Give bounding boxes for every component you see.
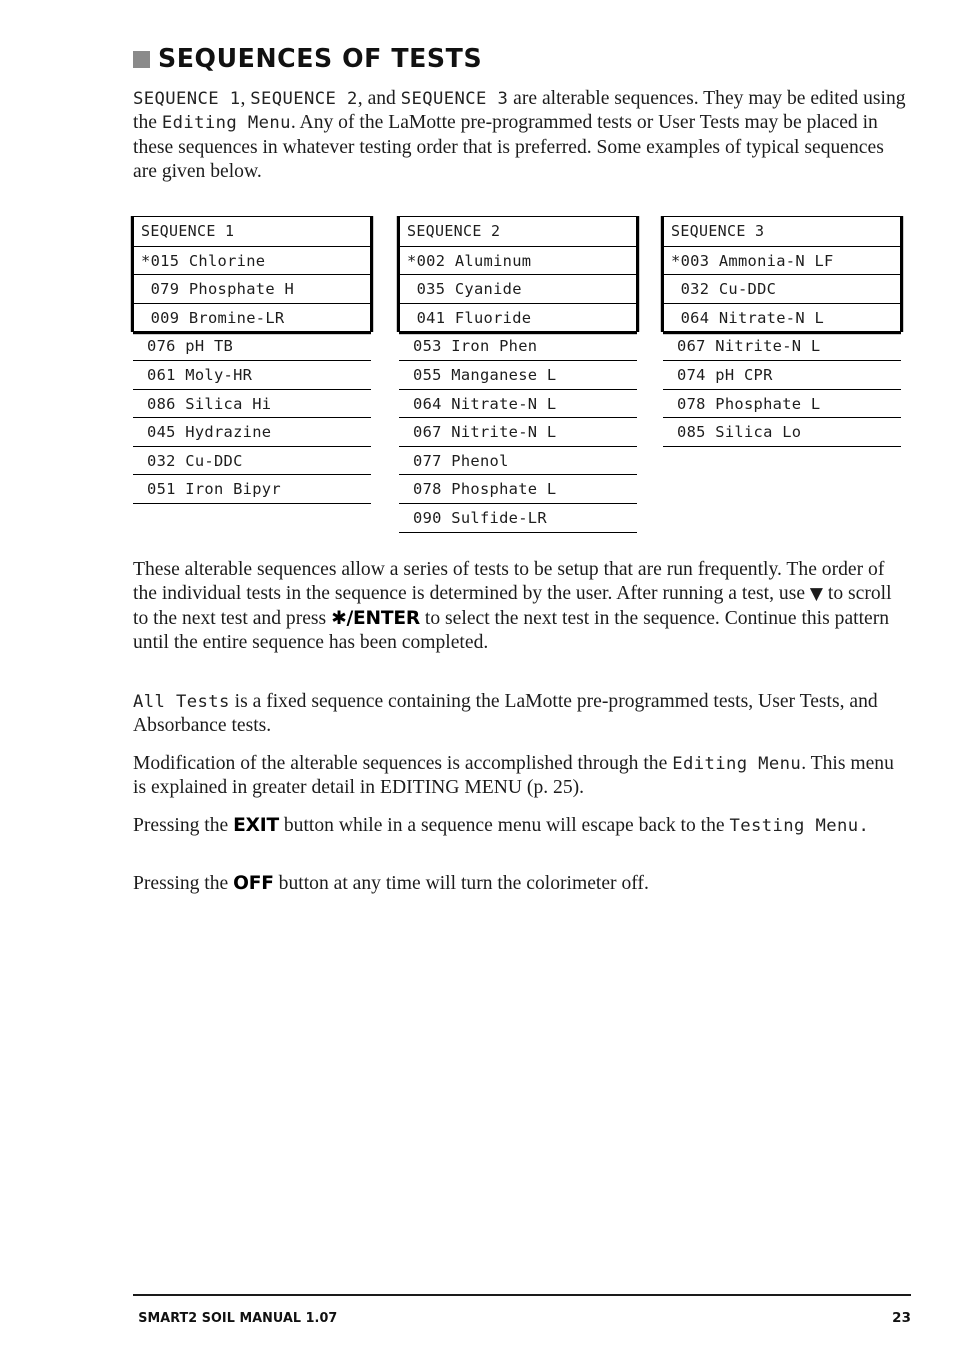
table-row: 067 Nitrite-N L — [663, 332, 901, 361]
table-row: 064 Nitrate-N L — [399, 390, 637, 419]
lcd-editing-menu: Editing Menu — [161, 113, 291, 134]
key-off-label: OFF — [233, 873, 274, 894]
footer-divider — [133, 1294, 911, 1296]
all-tests-text: is a fixed sequence containing the LaMot… — [133, 691, 878, 737]
paragraph-all-tests: All Tests is a fixed sequence containing… — [133, 690, 911, 739]
sequence-2-header: SEQUENCE 2 — [407, 222, 501, 240]
page-title-text: SEQUENCES OF TESTS — [158, 44, 483, 74]
footer-page-number: 23 — [892, 1311, 911, 1326]
paragraph-after-tables: These alterable sequences allow a series… — [133, 558, 911, 655]
table-row: 032 Cu-DDC — [664, 274, 900, 303]
table-row: 078 Phosphate L — [399, 475, 637, 504]
paragraph-modification: Modification of the alterable sequences … — [133, 752, 911, 801]
table-row: 035 Cyanide — [400, 274, 636, 303]
off-text-1: Pressing the — [133, 873, 234, 894]
table-row: 061 Moly-HR — [133, 361, 371, 390]
off-text-2: button at any time will turn the colorim… — [273, 873, 649, 894]
key-enter-label: ✱/ENTER — [331, 607, 421, 629]
sequence-2-boxed-group: SEQUENCE 2 *002 Aluminum 035 Cyanide 041… — [399, 216, 637, 333]
sequence-3-header: SEQUENCE 3 — [671, 222, 765, 240]
sequence-1-header: SEQUENCE 1 — [141, 222, 235, 240]
down-triangle-icon: ▼ — [809, 584, 823, 605]
lcd-all-tests: All Tests — [133, 692, 230, 712]
footer-manual-title: SMART2 SOIL MANUAL 1.07 — [138, 1311, 338, 1326]
lcd-sequence-3: SEQUENCE 3 — [400, 89, 509, 109]
after-text-1: These alterable sequences allow a series… — [133, 559, 885, 605]
table-row: 041 Fluoride — [400, 302, 636, 332]
paragraph-exit: Pressing the EXIT button while in a sequ… — [133, 814, 911, 838]
table-row: 032 Cu-DDC — [133, 447, 371, 476]
table-row: 064 Nitrate-N L — [664, 302, 900, 332]
table-row: *002 Aluminum — [400, 245, 636, 275]
lcd-sequence-2: SEQUENCE 2 — [250, 89, 358, 109]
exit-text-2: button while in a sequence menu will esc… — [278, 815, 730, 836]
lcd-sequence-1: SEQUENCE 1 — [133, 89, 241, 109]
intro-sep-2: , and — [357, 88, 401, 109]
table-row: 055 Manganese L — [399, 361, 637, 390]
sequence-table-1: SEQUENCE 1 *015 Chlorine 079 Phosphate H… — [133, 216, 371, 504]
paragraph-intro: SEQUENCE 1, SEQUENCE 2, and SEQUENCE 3 a… — [133, 87, 911, 184]
key-exit-label: EXIT — [233, 815, 279, 836]
sequence-2-rest-group: 053 Iron Phen 055 Manganese L 064 Nitrat… — [399, 332, 637, 533]
table-row: 053 Iron Phen — [399, 332, 637, 361]
sequence-1-boxed-group: SEQUENCE 1 *015 Chlorine 079 Phosphate H… — [133, 216, 371, 333]
square-bullet-icon — [133, 50, 150, 68]
lcd-editing-menu-2: Editing Menu — [672, 754, 802, 774]
table-row: 009 Bromine-LR — [134, 302, 370, 332]
sequence-3-rest-group: 067 Nitrite-N L 074 pH CPR 078 Phosphate… — [663, 332, 901, 447]
table-row: 086 Silica Hi — [133, 390, 371, 419]
page-title: SEQUENCES OF TESTS — [133, 46, 492, 72]
table-row: 077 Phenol — [399, 447, 637, 476]
page-footer: SMART2 SOIL MANUAL 1.07 23 — [133, 1311, 911, 1326]
paragraph-off: Pressing the OFF button at any time will… — [133, 872, 911, 896]
sequence-3-boxed-group: SEQUENCE 3 *003 Ammonia-N LF 032 Cu-DDC … — [663, 216, 901, 333]
table-row: 074 pH CPR — [663, 361, 901, 390]
lcd-testing-menu: Testing Menu. — [729, 816, 870, 836]
document-page: SEQUENCES OF TESTS SEQUENCE 1, SEQUENCE … — [0, 0, 954, 1352]
table-row: 079 Phosphate H — [134, 274, 370, 303]
sequence-1-rest-group: 076 pH TB 061 Moly-HR 086 Silica Hi 045 … — [133, 332, 371, 504]
mod-text-1: Modification of the alterable sequences … — [133, 753, 673, 774]
sequence-table-2: SEQUENCE 2 *002 Aluminum 035 Cyanide 041… — [399, 216, 637, 533]
table-row: 045 Hydrazine — [133, 418, 371, 447]
exit-text-1: Pressing the — [133, 815, 234, 836]
table-row: 067 Nitrite-N L — [399, 418, 637, 447]
table-row: 090 Sulfide-LR — [399, 504, 637, 533]
table-row: *003 Ammonia-N LF — [664, 245, 900, 275]
table-row: 078 Phosphate L — [663, 390, 901, 419]
table-row: 076 pH TB — [133, 332, 371, 361]
sequence-table-3: SEQUENCE 3 *003 Ammonia-N LF 032 Cu-DDC … — [663, 216, 901, 447]
intro-sep-1: , — [240, 88, 251, 109]
table-row: 085 Silica Lo — [663, 418, 901, 447]
table-row: *015 Chlorine — [134, 245, 370, 275]
table-row: 051 Iron Bipyr — [133, 475, 371, 504]
